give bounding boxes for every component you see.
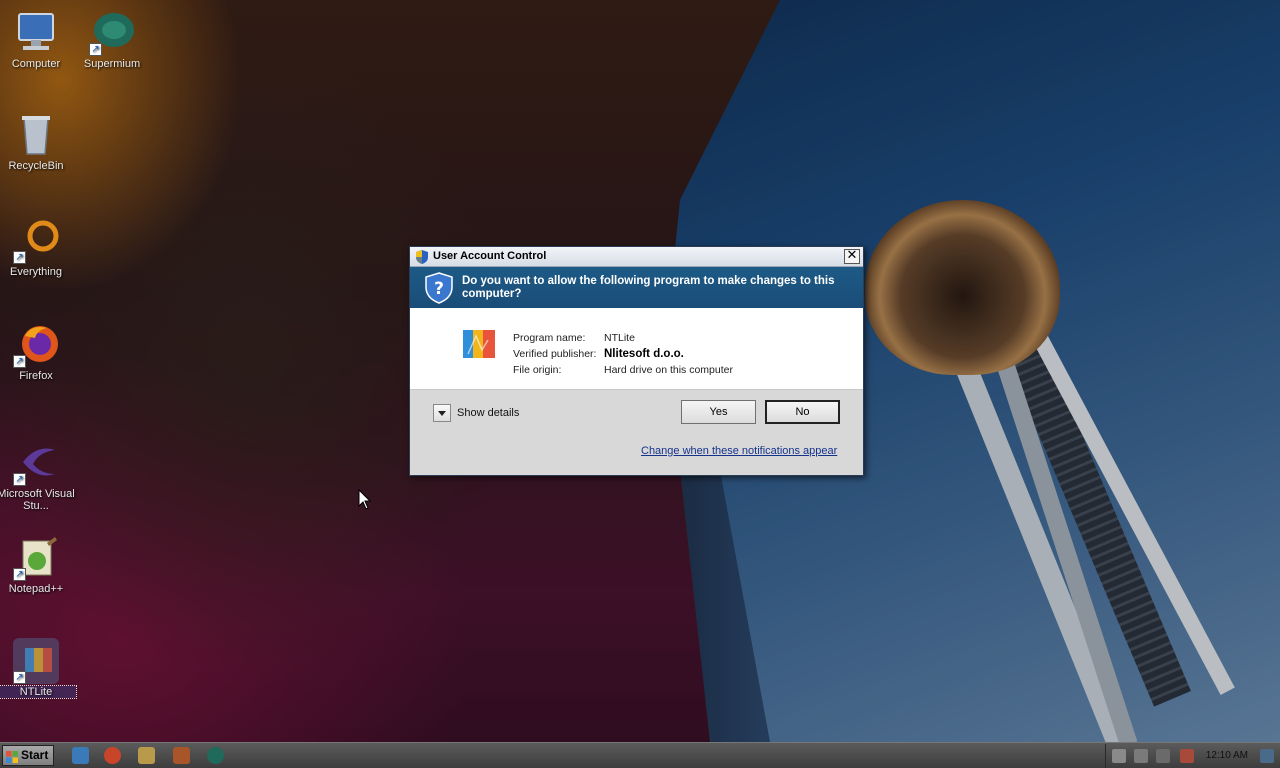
program-name-value: NTLite — [604, 332, 635, 344]
tray-flag-icon[interactable] — [1134, 749, 1148, 763]
uac-shield-icon — [415, 250, 429, 264]
svg-text:?: ? — [434, 279, 444, 299]
desktop-icon-supermium[interactable]: ↗ Supermium — [72, 10, 152, 70]
computer-icon — [13, 10, 59, 56]
info-labels: Program name: Verified publisher: File o… — [513, 330, 603, 378]
desktop-icon-visual-studio[interactable]: ↗ Microsoft Visual Stu... — [0, 440, 76, 512]
uac-header: ? Do you want to allow the following pro… — [410, 267, 863, 308]
desktop-icon-label: Notepad++ — [8, 583, 64, 595]
shortcut-arrow-icon: ↗ — [89, 43, 102, 56]
quicklaunch-folder-icon[interactable] — [138, 747, 155, 764]
publisher-value: Nlitesoft d.o.o. — [604, 348, 684, 360]
quicklaunch-supermium-icon[interactable] — [207, 747, 224, 764]
shortcut-arrow-icon: ↗ — [13, 355, 26, 368]
shortcut-arrow-icon: ↗ — [13, 568, 26, 581]
uac-footer: Show details Yes No Change when these no… — [410, 390, 863, 475]
uac-title: User Account Control — [433, 250, 547, 262]
desktop-icon-label: NTLite — [0, 685, 77, 699]
uac-question: Do you want to allow the following progr… — [462, 275, 835, 300]
desktop-icon-notepadpp[interactable]: ↗ Notepad++ — [0, 535, 76, 595]
info-values: NTLite Nlitesoft d.o.o. Hard drive on th… — [604, 330, 844, 378]
quicklaunch-media-player-icon[interactable] — [173, 747, 190, 764]
desktop-icon-label: Everything — [10, 266, 62, 278]
desktop-icon-firefox[interactable]: ↗ Firefox — [0, 322, 76, 382]
windows-logo-icon — [6, 750, 18, 763]
desktop-icon-label: Microsoft Visual Stu... — [0, 488, 75, 512]
uac-dialog: User Account Control ✕ ? Do you want to … — [409, 246, 864, 476]
ntlite-icon: ↗ — [13, 638, 59, 684]
start-label: Start — [21, 748, 49, 762]
desktop-icon-recycle-bin[interactable]: RecycleBin — [0, 112, 76, 172]
clock[interactable]: 12:10 AM — [1206, 750, 1248, 761]
tray-expand-icon[interactable] — [1112, 749, 1126, 763]
tray-network-icon[interactable] — [1156, 749, 1170, 763]
recycle-bin-icon — [13, 112, 59, 158]
tray-volume-icon[interactable] — [1180, 749, 1194, 763]
ntlite-app-icon — [463, 328, 495, 360]
no-button[interactable]: No — [765, 400, 840, 424]
firefox-icon: ↗ — [13, 322, 59, 368]
shortcut-arrow-icon: ↗ — [13, 671, 26, 684]
system-tray: 12:10 AM — [1105, 744, 1280, 768]
uac-program-info: Program name: Verified publisher: File o… — [410, 308, 863, 390]
shortcut-arrow-icon: ↗ — [13, 473, 26, 486]
show-details-toggle[interactable] — [433, 404, 451, 422]
change-notifications-link[interactable]: Change when these notifications appear — [641, 445, 837, 457]
uac-titlebar[interactable]: User Account Control ✕ — [410, 247, 863, 267]
desktop-icon-label: Firefox — [19, 370, 53, 382]
desktop-icon-computer[interactable]: Computer — [0, 10, 76, 70]
desktop-icon-everything[interactable]: ↗ Everything — [0, 218, 76, 278]
quicklaunch-explorer-icon[interactable] — [72, 747, 89, 764]
yes-button[interactable]: Yes — [681, 400, 756, 424]
desktop-icon-label: RecycleBin — [8, 160, 64, 172]
origin-label: File origin: — [513, 364, 562, 376]
program-name-label: Program name: — [513, 332, 586, 344]
show-details-label[interactable]: Show details — [457, 407, 519, 419]
close-button[interactable]: ✕ — [844, 249, 860, 264]
quicklaunch-firefox-icon[interactable] — [104, 747, 121, 764]
start-button[interactable]: Start — [2, 745, 54, 766]
notepadpp-icon: ↗ — [13, 535, 59, 581]
question-shield-icon: ? — [425, 272, 453, 304]
supermium-icon: ↗ — [89, 10, 135, 56]
desktop-icon-label: Computer — [11, 58, 61, 70]
everything-icon: ↗ — [13, 218, 59, 264]
taskbar: Start 12:10 AM — [0, 742, 1280, 768]
visual-studio-icon: ↗ — [13, 440, 59, 486]
publisher-label: Verified publisher: — [513, 348, 597, 360]
origin-value: Hard drive on this computer — [604, 364, 733, 376]
mouse-cursor-icon — [358, 489, 372, 510]
show-desktop-icon[interactable] — [1260, 749, 1274, 763]
shortcut-arrow-icon: ↗ — [13, 251, 26, 264]
desktop-icon-label: Supermium — [83, 58, 141, 70]
desktop-icon-ntlite[interactable]: ↗ NTLite — [0, 638, 77, 699]
